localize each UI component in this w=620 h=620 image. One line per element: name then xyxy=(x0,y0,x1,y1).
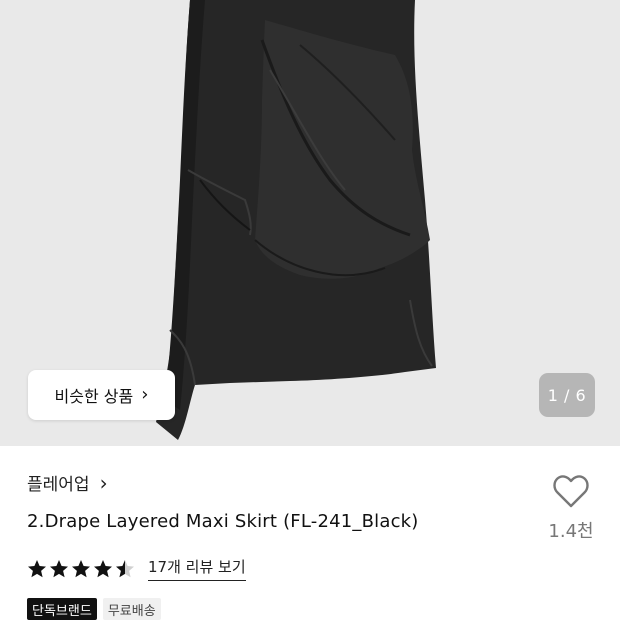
like-button[interactable]: 1.4천 xyxy=(543,475,599,543)
star-icon xyxy=(116,559,134,577)
star-icon xyxy=(50,559,68,577)
brand-name: 플레어업 xyxy=(27,475,90,495)
badge-list: 단독브랜드 무료배송 xyxy=(27,598,161,620)
chevron-right-icon: › xyxy=(141,384,149,405)
star-icon xyxy=(94,559,112,577)
review-link[interactable]: 17개 리뷰 보기 xyxy=(148,556,246,581)
similar-products-label: 비슷한 상품 xyxy=(54,387,134,406)
exclusive-brand-badge: 단독브랜드 xyxy=(27,598,97,620)
rating-row: 17개 리뷰 보기 xyxy=(27,556,246,581)
brand-link[interactable]: 플레어업 › xyxy=(27,470,108,496)
free-shipping-badge: 무료배송 xyxy=(102,598,161,620)
star-icon xyxy=(72,559,90,577)
similar-products-button[interactable]: 비슷한 상품 › xyxy=(28,370,175,420)
product-title: 2.Drape Layered Maxi Skirt (FL-241_Black… xyxy=(27,511,419,532)
chevron-right-icon: › xyxy=(99,470,108,495)
like-count: 1.4천 xyxy=(548,521,594,542)
star-icon xyxy=(28,559,46,577)
heart-outline-icon xyxy=(553,475,589,508)
product-image-gallery[interactable]: 비슷한 상품 › 1 / 6 xyxy=(0,0,620,446)
star-rating xyxy=(27,559,135,579)
image-counter: 1 / 6 xyxy=(539,373,595,417)
